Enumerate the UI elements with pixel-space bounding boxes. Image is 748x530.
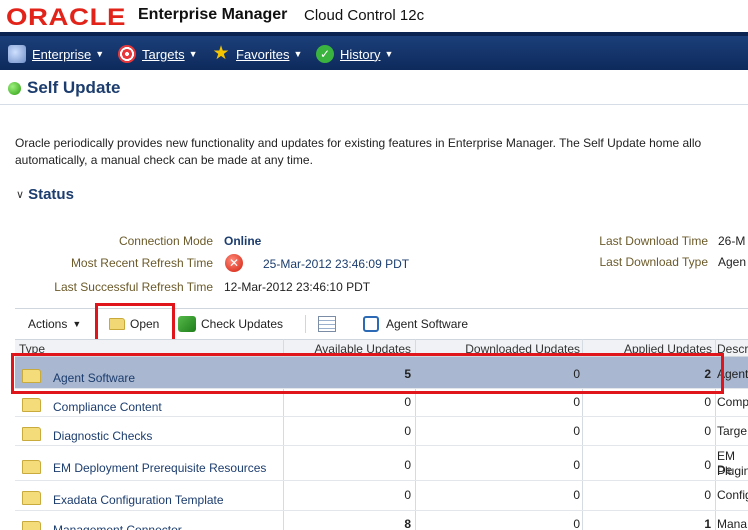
last-download-time-label: Last Download Time — [599, 234, 708, 248]
edition-title: Cloud Control 12c — [304, 7, 425, 24]
folder-icon — [22, 491, 41, 505]
history-icon: ✓ — [316, 45, 334, 63]
status-title: Status — [28, 186, 74, 203]
refresh-time-label: Most Recent Refresh Time — [70, 256, 213, 270]
filter-button[interactable] — [318, 314, 336, 334]
available-count: 8 — [404, 517, 411, 530]
page-title: Self Update — [27, 78, 121, 97]
check-updates-icon — [178, 316, 196, 332]
page-header: Self Update — [8, 78, 121, 98]
nav-enterprise[interactable]: Enterprise ▼ — [8, 42, 104, 66]
self-update-page: ORACLE Enterprise Manager Cloud Control … — [0, 0, 748, 530]
downloaded-count: 0 — [573, 517, 580, 530]
global-navbar: Enterprise ▼ Targets ▼ ★ Favorites ▼ ✓ H… — [0, 32, 748, 70]
applied-count: 0 — [704, 424, 711, 438]
available-count: 0 — [404, 395, 411, 409]
status-section-header[interactable]: ∨ Status — [16, 186, 74, 203]
actions-label: Actions — [28, 317, 68, 331]
agent-software-label: Agent Software — [386, 317, 469, 331]
description-text: Plugin — [717, 464, 748, 478]
table-row[interactable]: EM Deployment Prerequisite Resources 0 0… — [15, 446, 748, 481]
type-link[interactable]: EM Deployment Prerequisite Resources — [53, 461, 266, 475]
last-download-type-value: Agen — [718, 255, 747, 269]
applied-count: 0 — [704, 395, 711, 409]
divider — [0, 104, 748, 105]
table-row[interactable]: Management Connector 8 0 1 Mana — [15, 511, 748, 530]
page-description: Oracle periodically provides new functio… — [15, 135, 748, 169]
product-title: Enterprise Manager — [138, 6, 288, 23]
connection-mode-value: Online — [224, 234, 262, 248]
agent-software-icon — [363, 316, 379, 332]
description-text: Mana — [717, 517, 748, 530]
star-icon: ★ — [212, 43, 230, 64]
nav-targets[interactable]: Targets ▼ — [118, 42, 198, 66]
type-link[interactable]: Management Connector — [53, 523, 182, 530]
filter-icon — [318, 316, 336, 332]
status-up-icon — [8, 81, 21, 95]
nav-favorites-label: Favorites — [236, 46, 290, 62]
enterprise-icon — [8, 45, 26, 63]
last-success-value: 12-Mar-2012 23:46:10 PDT — [224, 280, 371, 294]
highlight-box — [11, 353, 724, 394]
available-count: 0 — [404, 424, 411, 438]
last-success-label: Last Successful Refresh Time — [54, 280, 213, 294]
check-updates-label: Check Updates — [201, 317, 284, 331]
downloaded-count: 0 — [573, 488, 580, 502]
chevron-down-icon: ▼ — [72, 319, 82, 329]
brand-bar: ORACLE Enterprise Manager Cloud Control … — [0, 0, 748, 32]
type-link[interactable]: Diagnostic Checks — [53, 429, 152, 443]
highlight-box — [95, 303, 175, 342]
actions-menu[interactable]: Actions ▼ — [28, 314, 81, 334]
description-line: Oracle periodically provides new functio… — [15, 136, 702, 150]
last-download-time-value: 26-M — [718, 234, 746, 248]
folder-icon — [22, 521, 41, 530]
refresh-time-value[interactable]: 25-Mar-2012 23:46:09 PDT — [263, 257, 409, 271]
applied-count: 1 — [704, 517, 711, 530]
error-icon: ✕ — [225, 254, 243, 272]
downloaded-count: 0 — [573, 424, 580, 438]
chevron-down-icon: ▼ — [95, 49, 105, 59]
table-row[interactable]: Diagnostic Checks 0 0 0 Targe — [15, 417, 748, 446]
oracle-logo: ORACLE — [6, 4, 126, 31]
targets-icon — [118, 45, 136, 63]
chevron-down-icon: ▼ — [188, 49, 198, 59]
table-row[interactable]: Exadata Configuration Template 0 0 0 Con… — [15, 481, 748, 511]
description-text: Comp — [717, 395, 748, 409]
nav-favorites[interactable]: ★ Favorites ▼ — [212, 42, 302, 66]
available-count: 0 — [404, 488, 411, 502]
toolbar-divider — [305, 315, 306, 333]
folder-icon — [22, 427, 41, 441]
applied-count: 0 — [704, 488, 711, 502]
description-text: Targe — [717, 424, 748, 438]
chevron-down-icon: ▼ — [293, 49, 303, 59]
nav-history-label: History — [340, 46, 381, 62]
collapse-icon[interactable]: ∨ — [16, 188, 24, 201]
last-download-type-label: Last Download Type — [599, 255, 708, 269]
type-link[interactable]: Compliance Content — [53, 400, 162, 414]
downloaded-count: 0 — [573, 395, 580, 409]
check-updates-button[interactable]: Check Updates — [178, 314, 283, 334]
agent-software-button[interactable]: Agent Software — [363, 314, 468, 334]
available-count: 0 — [404, 458, 411, 472]
chevron-down-icon: ▼ — [384, 49, 394, 59]
type-link[interactable]: Exadata Configuration Template — [53, 493, 224, 507]
connection-mode-label: Connection Mode — [118, 234, 213, 248]
folder-icon — [22, 398, 41, 412]
description-line: automatically, a manual check can be mad… — [15, 153, 313, 167]
nav-enterprise-label: Enterprise — [32, 46, 92, 62]
description-text: Config — [717, 488, 748, 502]
folder-icon — [22, 460, 41, 474]
applied-count: 0 — [704, 458, 711, 472]
nav-targets-label: Targets — [142, 46, 185, 62]
nav-history[interactable]: ✓ History ▼ — [316, 42, 393, 66]
downloaded-count: 0 — [573, 458, 580, 472]
